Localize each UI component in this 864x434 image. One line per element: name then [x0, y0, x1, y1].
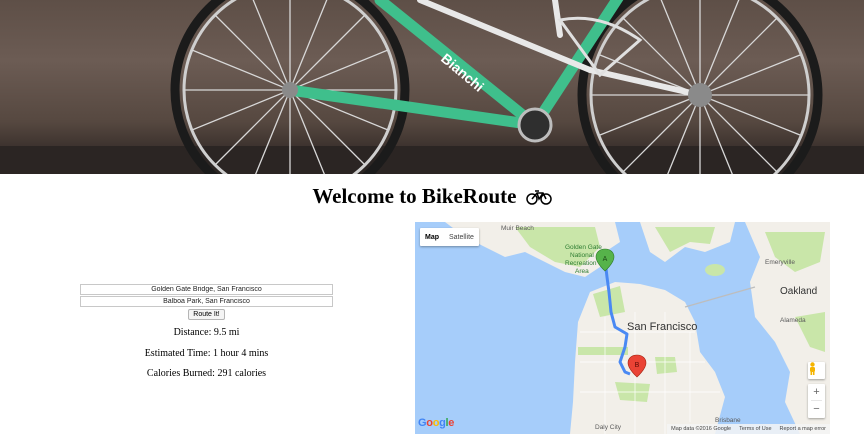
pegman-icon[interactable] — [808, 362, 825, 379]
route-form: Route It! — [80, 284, 333, 320]
svg-text:Alameda: Alameda — [780, 317, 806, 324]
svg-text:Area: Area — [575, 268, 589, 275]
map-data-text: Map data ©2016 Google — [671, 426, 732, 432]
zoom-control: + − — [808, 384, 825, 418]
distance-text: Distance: 9.5 mi — [173, 327, 240, 338]
map-attribution: Map data ©2016 Google Terms of Use Repor… — [667, 424, 830, 434]
report-map-error-link[interactable]: Report a map error — [780, 426, 826, 432]
bicycle-photo: Bianchi — [0, 0, 864, 174]
origin-input[interactable] — [80, 284, 333, 295]
svg-text:B: B — [635, 362, 640, 369]
calories-burned-text: Calories Burned: 291 calories — [146, 368, 267, 379]
map-type-control: Map Satellite — [420, 228, 479, 246]
route-it-button[interactable]: Route It! — [188, 309, 225, 320]
svg-text:Daly City: Daly City — [595, 424, 622, 431]
google-logo[interactable]: Google — [418, 417, 454, 429]
svg-text:Golden Gate: Golden Gate — [565, 244, 602, 251]
terms-of-use-link[interactable]: Terms of Use — [739, 426, 771, 432]
svg-text:Muir Beach: Muir Beach — [501, 225, 534, 232]
svg-text:Bianchi: Bianchi — [438, 50, 487, 95]
svg-text:Recreation: Recreation — [565, 260, 597, 267]
page-title: Welcome to BikeRoute — [0, 184, 864, 211]
svg-text:National: National — [570, 252, 594, 259]
bicycle-icon — [525, 186, 552, 211]
destination-input[interactable] — [80, 296, 333, 307]
svg-text:Oakland: Oakland — [780, 286, 817, 297]
zoom-out-button[interactable]: − — [808, 401, 825, 417]
page-title-text: Welcome to BikeRoute — [312, 184, 517, 208]
map-type-map-button[interactable]: Map — [420, 228, 444, 246]
svg-text:Emeryville: Emeryville — [765, 259, 795, 266]
svg-text:San Francisco: San Francisco — [627, 321, 697, 333]
hero-banner: Bianchi — [0, 0, 864, 174]
route-map[interactable]: A B Muir Beach Golden Gate National Recr… — [415, 222, 830, 434]
map-type-satellite-button[interactable]: Satellite — [444, 228, 479, 246]
zoom-in-button[interactable]: + — [808, 384, 825, 400]
svg-text:Brisbane: Brisbane — [715, 417, 741, 424]
svg-text:A: A — [603, 256, 608, 263]
estimated-time-text: Estimated Time: 1 hour 4 mins — [144, 348, 269, 359]
map-canvas[interactable]: A B Muir Beach Golden Gate National Recr… — [415, 222, 830, 434]
